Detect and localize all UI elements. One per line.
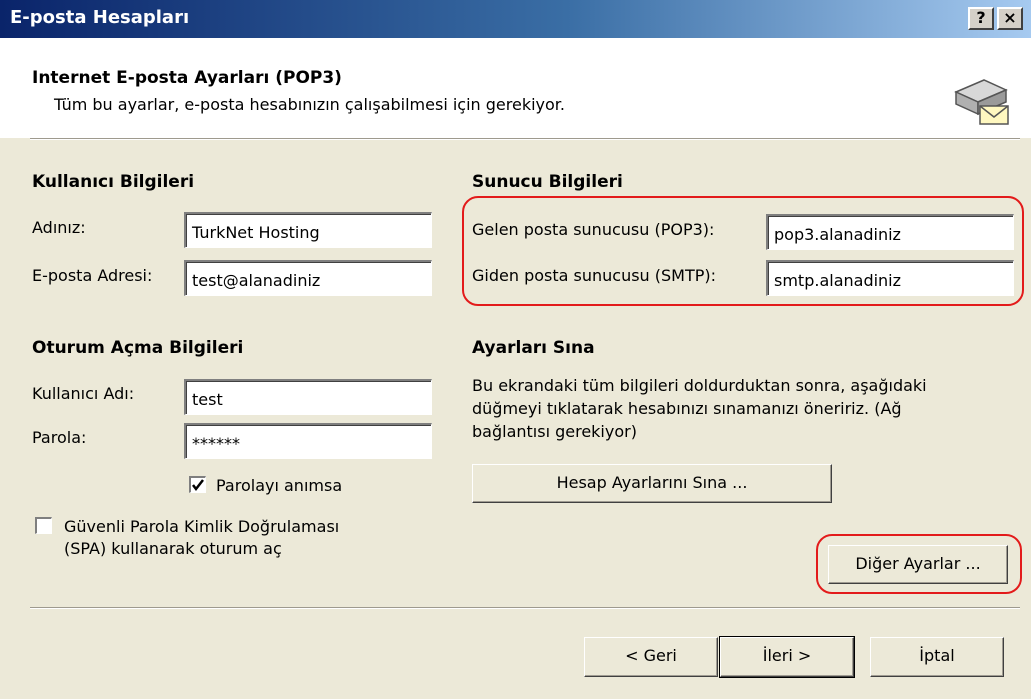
help-button[interactable]: ? — [968, 7, 994, 30]
incoming-server-label: Gelen posta sunucusu (POP3): — [472, 220, 715, 239]
header-divider — [30, 138, 1020, 140]
test-settings-heading: Ayarları Sına — [472, 338, 595, 358]
username-input[interactable]: test — [184, 379, 432, 415]
test-description-line1: Bu ekrandaki tüm bilgileri doldurduktan … — [472, 376, 927, 395]
outgoing-server-input[interactable]: smtp.alanadiniz — [766, 260, 1014, 296]
outgoing-server-label: Giden posta sunucusu (SMTP): — [472, 266, 717, 285]
password-input[interactable]: ****** — [184, 423, 432, 459]
mail-server-icon — [954, 79, 1009, 125]
next-button[interactable]: İleri > — [719, 636, 855, 678]
wizard-header: Internet E-posta Ayarları (POP3) Tüm bu … — [0, 38, 1031, 138]
close-button[interactable]: × — [997, 7, 1023, 30]
checkmark-icon — [192, 479, 204, 492]
user-info-heading: Kullanıcı Bilgileri — [32, 172, 195, 192]
logon-info-heading: Oturum Açma Bilgileri — [32, 338, 244, 358]
email-input[interactable]: test@alanadiniz — [184, 260, 432, 296]
footer-divider — [30, 607, 1020, 609]
name-label: Adınız: — [32, 218, 86, 237]
cancel-button[interactable]: İptal — [870, 637, 1004, 677]
remember-password-label: Parolayı anımsa — [216, 476, 343, 495]
more-settings-button[interactable]: Diğer Ayarlar ... — [828, 545, 1008, 584]
password-label: Parola: — [32, 428, 87, 447]
server-info-heading: Sunucu Bilgileri — [472, 172, 623, 192]
test-description-line2: düğmeyi tıklatarak hesabınızı sınamanızı… — [472, 399, 902, 418]
title-bar: E-posta Hesapları ? × — [0, 0, 1031, 38]
name-input[interactable]: TurkNet Hosting — [184, 212, 432, 248]
remember-password-checkbox[interactable] — [189, 476, 206, 493]
page-subtitle: Tüm bu ayarlar, e-posta hesabınızın çalı… — [54, 95, 565, 114]
email-accounts-dialog: E-posta Hesapları ? × Internet E-posta A… — [0, 0, 1031, 699]
incoming-server-input[interactable]: pop3.alanadiniz — [766, 214, 1014, 250]
test-account-settings-button[interactable]: Hesap Ayarlarını Sına ... — [472, 464, 832, 503]
test-description-line3: bağlantısı gerekiyor) — [472, 422, 637, 441]
username-label: Kullanıcı Adı: — [32, 384, 135, 403]
spa-label-line1: Güvenli Parola Kimlik Doğrulaması — [64, 517, 340, 536]
spa-checkbox[interactable] — [35, 517, 52, 534]
window-title: E-posta Hesapları — [10, 7, 190, 28]
email-label: E-posta Adresi: — [32, 266, 153, 285]
back-button[interactable]: < Geri — [584, 637, 718, 677]
page-title: Internet E-posta Ayarları (POP3) — [32, 68, 342, 88]
spa-label-line2: (SPA) kullanarak oturum aç — [64, 539, 282, 558]
